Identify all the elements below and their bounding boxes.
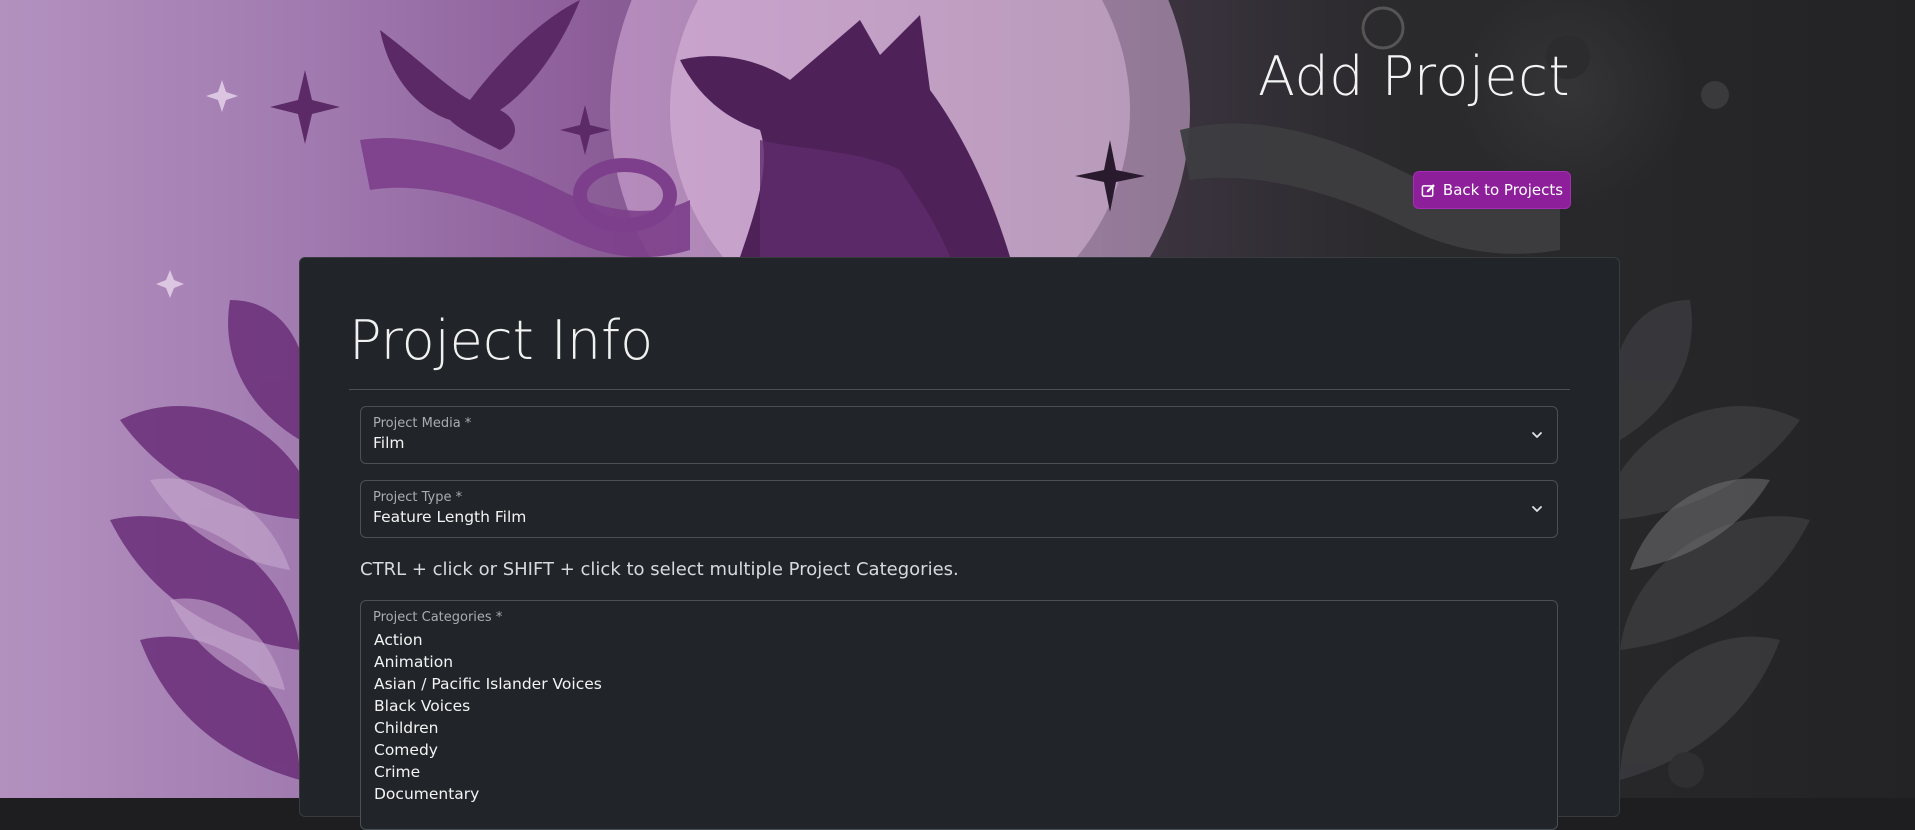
category-option[interactable]: Crime (374, 761, 602, 783)
project-media-label: Project Media * (373, 416, 472, 431)
project-type-value: Feature Length Film (373, 508, 527, 526)
category-option[interactable]: Asian / Pacific Islander Voices (374, 673, 602, 695)
category-option[interactable]: Action (374, 629, 602, 651)
category-option[interactable]: Comedy (374, 739, 602, 761)
category-option[interactable]: Black Voices (374, 695, 602, 717)
chevron-down-icon (1531, 429, 1543, 441)
chevron-down-icon (1531, 503, 1543, 515)
back-to-projects-button[interactable]: Back to Projects (1413, 171, 1571, 209)
project-categories-options: Action Animation Asian / Pacific Islande… (374, 629, 602, 805)
project-info-card: Project Info Project Media * Film Projec… (299, 257, 1620, 830)
project-media-value: Film (373, 434, 405, 452)
page-title: Add Project (1258, 45, 1570, 108)
card-title: Project Info (349, 309, 654, 372)
category-option[interactable]: Children (374, 717, 602, 739)
category-option[interactable]: Animation (374, 651, 602, 673)
project-categories-multiselect[interactable]: Project Categories * Action Animation As… (360, 600, 1558, 830)
category-option[interactable]: Documentary (374, 783, 602, 805)
project-type-label: Project Type * (373, 490, 463, 505)
edit-icon (1421, 183, 1436, 198)
back-to-projects-label: Back to Projects (1442, 181, 1564, 199)
help-text: CTRL + click or SHIFT + click to select … (360, 559, 959, 580)
project-categories-label: Project Categories * (373, 610, 503, 625)
project-type-select[interactable]: Project Type * Feature Length Film (360, 480, 1558, 538)
divider (349, 389, 1570, 390)
project-media-select[interactable]: Project Media * Film (360, 406, 1558, 464)
